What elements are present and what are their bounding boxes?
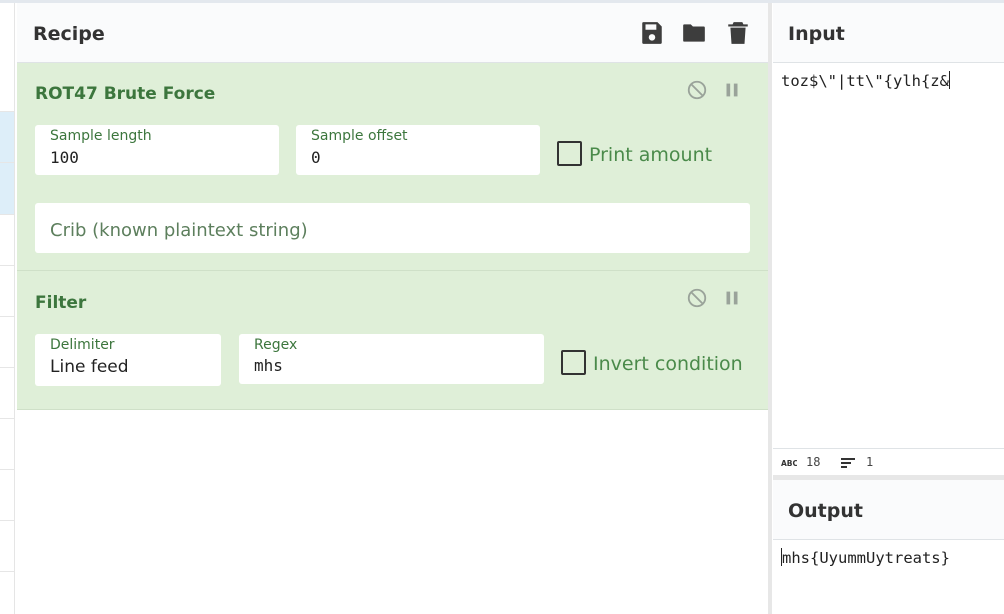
field-value[interactable]: Line feed — [50, 357, 129, 377]
output-text[interactable]: mhs{UyummUytreats} — [782, 549, 950, 567]
operation-title: ROT47 Brute Force — [35, 84, 216, 104]
recipe-header: Recipe — [17, 3, 768, 63]
char-count: 18 — [806, 455, 821, 469]
pause-icon[interactable] — [721, 287, 743, 309]
field-value[interactable]: mhs — [254, 356, 283, 375]
invert-condition-checkbox[interactable] — [561, 350, 586, 375]
list-item[interactable] — [0, 60, 14, 112]
recipe-title: Recipe — [33, 23, 105, 45]
disable-icon[interactable] — [686, 79, 708, 101]
input-panel: Input toz$\"|tt\"{ylh{z& ABC 18 1 — [773, 3, 1004, 476]
svg-text:ABC: ABC — [781, 459, 797, 468]
delimiter-select[interactable]: Delimiter Line feed — [35, 334, 221, 386]
list-item[interactable] — [0, 163, 14, 215]
list-item[interactable] — [0, 521, 14, 572]
input-status-bar: ABC 18 1 — [773, 448, 1004, 476]
disable-icon[interactable] — [686, 287, 708, 309]
field-placeholder[interactable]: Crib (known plaintext string) — [50, 220, 308, 241]
list-item[interactable] — [0, 470, 14, 521]
input-title: Input — [788, 23, 845, 45]
print-amount-checkbox[interactable] — [557, 141, 582, 166]
operation-rot47-brute-force[interactable]: ROT47 Brute Force Sample length 100 Samp… — [17, 63, 768, 271]
checkbox-label[interactable]: Print amount — [589, 144, 712, 166]
recipe-panel: Recipe ROT47 Brute Force Sample length 1… — [17, 3, 768, 614]
operation-filter[interactable]: Filter Delimiter Line feed Regex mhs Inv… — [17, 271, 768, 410]
list-item[interactable] — [0, 266, 14, 317]
checkbox-label[interactable]: Invert condition — [593, 353, 743, 375]
pause-icon[interactable] — [721, 79, 743, 101]
panel-gutter[interactable] — [768, 3, 772, 614]
output-panel: Output mhs{UyummUytreats} — [773, 480, 1004, 614]
list-item[interactable] — [0, 215, 14, 266]
output-title: Output — [788, 500, 863, 522]
output-textarea[interactable]: mhs{UyummUytreats} — [781, 548, 950, 567]
list-item[interactable] — [0, 317, 14, 368]
list-item[interactable] — [0, 112, 14, 163]
list-item[interactable] — [0, 368, 14, 419]
line-count-icon — [841, 458, 855, 468]
crib-input[interactable]: Crib (known plaintext string) — [35, 203, 750, 253]
list-item[interactable] — [0, 419, 14, 470]
input-textarea[interactable]: toz$\"|tt\"{ylh{z& — [781, 71, 950, 90]
line-count: 1 — [866, 455, 874, 469]
field-value[interactable]: 100 — [50, 148, 79, 167]
operation-title: Filter — [35, 293, 87, 313]
trash-icon[interactable] — [725, 20, 751, 46]
sample-offset-field[interactable]: Sample offset 0 — [296, 125, 540, 175]
field-label: Sample offset — [311, 128, 408, 144]
char-count-icon: ABC — [781, 459, 797, 468]
sample-length-field[interactable]: Sample length 100 — [35, 125, 279, 175]
regex-field[interactable]: Regex mhs — [239, 334, 544, 384]
field-value[interactable]: 0 — [311, 148, 321, 167]
save-icon[interactable] — [639, 20, 665, 46]
field-label: Delimiter — [50, 337, 115, 353]
input-header: Input — [773, 3, 1004, 63]
field-label: Sample length — [50, 128, 152, 144]
operations-list-edge[interactable] — [0, 3, 15, 614]
input-text[interactable]: toz$\"|tt\"{ylh{z& — [781, 72, 949, 90]
output-header: Output — [773, 480, 1004, 540]
field-label: Regex — [254, 337, 298, 353]
text-caret — [948, 71, 950, 89]
folder-icon[interactable] — [681, 20, 707, 46]
